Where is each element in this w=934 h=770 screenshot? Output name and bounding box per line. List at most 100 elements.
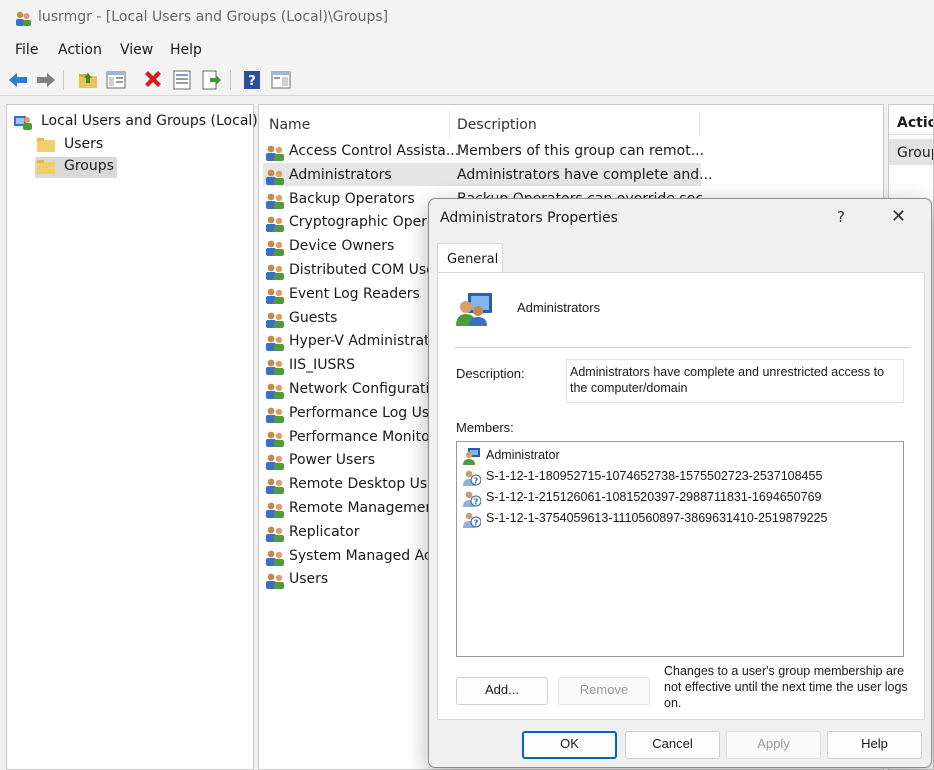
column-header-description[interactable]: Description: [457, 117, 537, 133]
dialog-help-button[interactable]: ?: [837, 208, 845, 226]
cancel-button[interactable]: Cancel: [625, 731, 720, 759]
remove-button[interactable]: Remove: [558, 677, 650, 705]
console-tree: Local Users and Groups (Local) Users Gro…: [6, 104, 258, 770]
toolbar: ?: [0, 64, 934, 96]
ok-button[interactable]: OK: [522, 731, 617, 759]
group-icon: [266, 478, 284, 495]
group-icon: [266, 550, 284, 566]
members-list[interactable]: Administrator ? S-1-12-1-180952715-1074652…: [456, 441, 904, 657]
group-icon: [266, 240, 284, 257]
show-hide-tree-icon[interactable]: [105, 69, 127, 91]
list-row-name: Power Users: [289, 452, 375, 469]
group-icon: [266, 573, 284, 590]
group-icon: [266, 431, 284, 447]
description-label: Description:: [456, 366, 525, 381]
column-divider[interactable]: [699, 111, 700, 137]
properties-dialog: Administrators Properties ? ✕ General Ad…: [428, 198, 932, 768]
group-icon: [266, 193, 284, 209]
list-row-description: Members of this group can remot...: [457, 143, 705, 159]
group-icon: [266, 407, 284, 423]
divider: [455, 347, 911, 348]
list-row-name: Replicator: [289, 523, 360, 540]
list-row-name: IIS_IUSRS: [289, 357, 356, 374]
group-icon: [456, 293, 492, 326]
member-name: S-1-12-1-215126061-1081520397-2988711831…: [486, 490, 822, 504]
folder-icon: [37, 138, 55, 152]
member-item[interactable]: ? S-1-12-1-180952715-1074652738-157550272…: [463, 466, 899, 486]
users-groups-icon: [16, 11, 31, 26]
list-row[interactable]: Access Control Assista... Members of this…: [265, 141, 877, 165]
toolbar-separator: [230, 70, 231, 90]
member-name: Administrator: [486, 448, 560, 462]
unknown-account-icon: ?: [463, 512, 481, 528]
properties-icon[interactable]: [171, 69, 193, 91]
tree-item-users[interactable]: Users: [35, 135, 123, 156]
members-label: Members:: [456, 420, 514, 435]
general-tab-page: Administrators Description: Administrato…: [437, 272, 925, 720]
list-row-name: Hyper-V Administrators: [289, 333, 452, 350]
list-row-name: Performance Log Users: [289, 404, 451, 421]
group-icon: [266, 383, 284, 399]
actions-group-heading[interactable]: Groups: [889, 139, 933, 165]
membership-note: Changes to a user's group membership are…: [664, 664, 908, 710]
menu-help[interactable]: Help: [170, 42, 202, 58]
svg-text:?: ?: [474, 519, 479, 528]
back-arrow-icon[interactable]: [7, 69, 29, 91]
tree-item-label: Groups: [64, 158, 114, 174]
list-row-name: Users: [289, 571, 329, 588]
list-row-name: Administrators: [289, 166, 392, 183]
menu-view[interactable]: View: [120, 42, 153, 58]
list-row-name: Event Log Readers: [289, 285, 420, 302]
member-name: S-1-12-1-3754059613-1110560897-386963141…: [486, 511, 828, 525]
users-groups-icon: [14, 116, 32, 130]
folder-icon: [37, 160, 55, 174]
add-button[interactable]: Add...: [456, 677, 548, 705]
unknown-account-icon: ?: [463, 491, 481, 507]
menu-action[interactable]: Action: [58, 42, 102, 58]
tab-general[interactable]: General: [437, 243, 503, 273]
column-divider[interactable]: [449, 111, 450, 137]
group-icon: [266, 288, 284, 304]
group-icon: [266, 312, 284, 328]
member-item[interactable]: Administrator: [463, 445, 899, 465]
export-list-icon[interactable]: [200, 69, 222, 91]
up-folder-icon[interactable]: [77, 69, 99, 91]
actions-header: Actions: [889, 105, 933, 135]
group-icon: [266, 359, 284, 376]
list-row-name: Remote Desktop Users: [289, 476, 449, 493]
group-icon: [266, 454, 284, 471]
title-bar: lusrmgr - [Local Users and Groups (Local…: [0, 0, 934, 38]
delete-icon[interactable]: [142, 69, 164, 91]
group-icon: [266, 335, 284, 352]
group-icon: [266, 216, 284, 233]
forward-arrow-icon[interactable]: [35, 69, 57, 91]
group-icon: [266, 145, 284, 161]
member-item[interactable]: ? S-1-12-1-3754059613-1110560897-38696314…: [463, 508, 899, 528]
svg-text:?: ?: [474, 477, 479, 486]
action-pane-icon[interactable]: [270, 69, 292, 91]
list-row-name: Device Owners: [289, 238, 395, 255]
group-icon: [266, 169, 284, 185]
list-row-description: Administrators have complete and...: [457, 166, 713, 183]
list-row-name: Guests: [289, 309, 338, 326]
column-header-name[interactable]: Name: [269, 117, 310, 133]
group-name: Administrators: [517, 300, 601, 315]
list-row-name: Distributed COM Users: [289, 262, 448, 278]
dialog-title: Administrators Properties: [440, 210, 618, 226]
tree-item-label: Users: [64, 136, 104, 152]
help-icon[interactable]: ?: [241, 69, 263, 91]
menu-file[interactable]: File: [15, 42, 38, 58]
svg-text:?: ?: [248, 74, 256, 89]
group-icon: [266, 264, 284, 280]
member-item[interactable]: ? S-1-12-1-215126061-1081520397-298871183…: [463, 487, 899, 507]
apply-button[interactable]: Apply: [726, 731, 821, 759]
tree-item-groups[interactable]: Groups: [35, 157, 117, 178]
window-title: lusrmgr - [Local Users and Groups (Local…: [38, 9, 389, 25]
unknown-account-icon: ?: [463, 470, 481, 486]
list-row-name: Access Control Assista...: [289, 143, 460, 159]
group-icon: [266, 502, 284, 518]
help-button[interactable]: Help: [827, 731, 922, 759]
list-row[interactable]: Administrators Administrators have comple…: [265, 165, 877, 189]
dialog-close-button[interactable]: ✕: [891, 206, 906, 227]
description-field[interactable]: Administrators have complete and unrestr…: [566, 359, 904, 403]
